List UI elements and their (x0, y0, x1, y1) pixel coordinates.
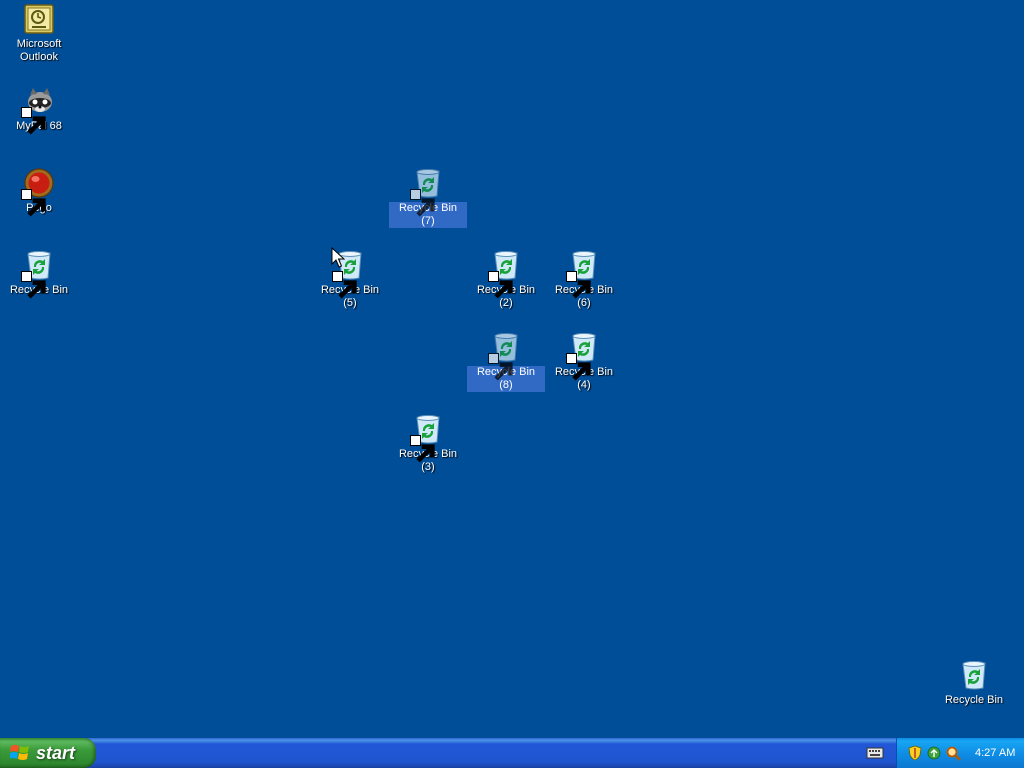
desktop-icon-mypal-68[interactable]: MyPal 68 (0, 85, 78, 135)
recycle-bin-icon (410, 167, 444, 217)
shortcut-arrow-icon (566, 353, 591, 381)
start-label: start (36, 742, 76, 763)
desktop-icon-recycle-bin-4[interactable]: Recycle Bin (4) (545, 331, 623, 392)
network-icon[interactable] (926, 745, 942, 761)
shortcut-arrow-icon (21, 107, 46, 135)
desktop-icon-recycle-bin-5[interactable]: Recycle Bin (5) (311, 249, 389, 310)
desktop-icon-recycle-bin-8[interactable]: Recycle Bin (8) (467, 331, 545, 392)
shortcut-arrow-icon (21, 271, 46, 299)
shortcut-arrow-icon (332, 271, 357, 299)
mypal-icon (21, 85, 55, 135)
pego-icon (21, 167, 55, 217)
shortcut-arrow-icon (410, 435, 435, 463)
recycle-bin-icon (410, 413, 444, 463)
desktop[interactable]: Microsoft Outlook MyPal 68 Pego Recycle … (0, 0, 1024, 738)
shortcut-arrow-icon (488, 271, 513, 299)
desktop-icon-pego[interactable]: Pego (0, 167, 78, 217)
desktop-icon-microsoft-outlook[interactable]: Microsoft Outlook (0, 3, 78, 64)
windows-logo-icon (10, 745, 29, 760)
start-button[interactable]: start (0, 738, 96, 768)
recycle-bin-icon (21, 249, 55, 299)
desktop-icon-recycle-bin[interactable]: Recycle Bin (0, 249, 78, 299)
desktop-icon-label: Recycle Bin (944, 694, 1004, 706)
desktop-icon-recycle-bin-3[interactable]: Recycle Bin (3) (389, 413, 467, 474)
recycle-bin-icon (958, 659, 990, 691)
keyboard-icon[interactable] (866, 746, 884, 760)
recycle-bin-icon (488, 331, 522, 381)
shortcut-arrow-icon (566, 271, 591, 299)
desktop-icon-recycle-bin-main[interactable]: Recycle Bin (935, 659, 1013, 707)
outlook-icon (23, 3, 55, 35)
mouse-cursor-icon (331, 247, 345, 268)
taskbar: start 4:27 AM (0, 738, 1024, 768)
shortcut-arrow-icon (488, 353, 513, 381)
desktop-icon-label: Microsoft Outlook (16, 38, 62, 63)
search-icon[interactable] (945, 745, 961, 761)
shortcut-arrow-icon (21, 189, 46, 217)
shortcut-arrow-icon (410, 189, 435, 217)
desktop-icon-recycle-bin-6[interactable]: Recycle Bin (6) (545, 249, 623, 310)
system-tray: 4:27 AM (896, 738, 1024, 768)
desktop-icon-recycle-bin-2[interactable]: Recycle Bin (2) (467, 249, 545, 310)
recycle-bin-icon (566, 331, 600, 381)
security-shield-icon[interactable] (907, 745, 923, 761)
clock[interactable]: 4:27 AM (975, 747, 1015, 759)
recycle-bin-icon (488, 249, 522, 299)
recycle-bin-icon (566, 249, 600, 299)
desktop-icon-recycle-bin-7[interactable]: Recycle Bin (7) (389, 167, 467, 228)
